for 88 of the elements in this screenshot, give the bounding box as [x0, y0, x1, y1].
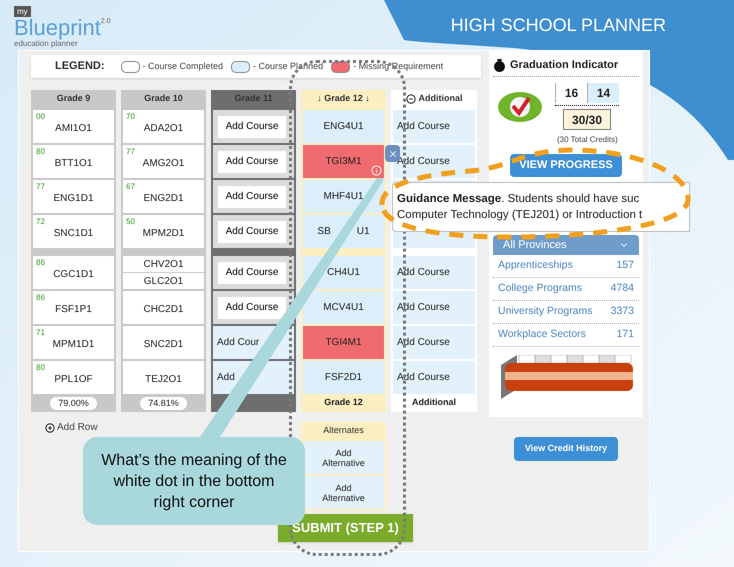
- course-code: MPM2D1: [142, 227, 184, 241]
- pathway-count: 3373: [610, 304, 634, 320]
- add-course-button[interactable]: Add Course: [218, 186, 286, 208]
- course-code: SNC2D1: [144, 338, 184, 352]
- average-pill: 74.81%: [140, 396, 187, 410]
- add-alternative-button[interactable]: Add Alternative: [303, 476, 384, 509]
- course-code: BTT1O1: [54, 157, 92, 171]
- column-header: Additional: [418, 92, 462, 106]
- course-slot[interactable]: Add Course: [393, 326, 475, 359]
- course-slot[interactable]: Add Course: [393, 110, 475, 143]
- add-course-button[interactable]: Add Course: [218, 296, 286, 318]
- course-cell: CHV2O1: [123, 256, 204, 272]
- course-code: ENG2D1: [143, 192, 184, 206]
- add-course-button[interactable]: Add Course: [218, 150, 286, 172]
- grade-mark: 77: [36, 181, 45, 193]
- column-header: Grade 10: [144, 92, 183, 106]
- pathway-name[interactable]: University Programs: [498, 304, 593, 320]
- add-course-button[interactable]: Add Course: [218, 220, 286, 242]
- grade-mark: 86: [36, 292, 45, 304]
- average-pill: 79.00%: [50, 396, 97, 410]
- course-code: AMG2O1: [142, 157, 184, 171]
- course-code: MPM1D1: [52, 338, 94, 352]
- pathway-link[interactable]: Workplace Sectors 171: [493, 324, 639, 347]
- info-icon[interactable]: [371, 165, 382, 176]
- add-course-button[interactable]: Add Course: [218, 116, 286, 138]
- close-icon: [388, 148, 398, 158]
- pathway-count: 4784: [610, 281, 634, 296]
- course-cell[interactable]: ENG4U1: [303, 110, 384, 143]
- course-code: SNC1D1: [54, 227, 94, 241]
- course-code: TEJ2O1: [145, 373, 182, 387]
- logo-badge: my: [14, 6, 31, 17]
- column-footer: Additional: [393, 394, 475, 412]
- add-alternative-button[interactable]: Add Alternative: [303, 441, 384, 474]
- pathway-link[interactable]: College Programs 4784: [493, 278, 639, 301]
- pathway-link[interactable]: Apprenticeships 157: [493, 255, 639, 278]
- grade-mark: 67: [126, 181, 135, 193]
- course-code: CGC1D1: [53, 268, 94, 282]
- card-title: Graduation Indicator: [510, 58, 618, 74]
- course-cell[interactable]: FSF2D1: [303, 361, 384, 394]
- legend-text: - Course Completed: [142, 60, 224, 73]
- credit-note: (30 Total Credits): [557, 134, 619, 146]
- guidance-message: Computer Technology (TEJ201) or Introduction t: [397, 208, 644, 223]
- course-code-fragment: SB: [317, 225, 331, 239]
- grade-mark: 72: [36, 216, 45, 228]
- column-header: Grade 9: [56, 92, 90, 106]
- logo-wordmark: Blueprint: [14, 17, 101, 39]
- grade-mark: 77: [126, 146, 135, 158]
- grade-mark: 70: [126, 111, 135, 123]
- pathway-name[interactable]: Workplace Sectors: [498, 327, 586, 343]
- column-header: ↓ Grade 12 ↓: [317, 92, 370, 106]
- credit-total: 30/30: [563, 109, 611, 130]
- logo-tagline: education planner: [14, 39, 78, 48]
- guidance-message: Guidance Message. Students should have suc: [397, 192, 640, 207]
- credit-count: 14: [587, 83, 619, 103]
- course-cell: GLC2O1: [123, 273, 204, 289]
- course-cell[interactable]: MCV4U1: [303, 291, 384, 324]
- add-row-button[interactable]: Add Row: [45, 420, 116, 435]
- legend-label: LEGEND:: [55, 59, 104, 74]
- alternates-header: Alternates: [322, 424, 365, 437]
- grade-mark: 00: [36, 111, 45, 123]
- course-code: ADA2O1: [144, 122, 184, 136]
- pathway-name[interactable]: Apprenticeships: [498, 258, 573, 274]
- pathway-name[interactable]: College Programs: [498, 281, 582, 297]
- course-cell[interactable]: TGI4M1: [303, 326, 384, 359]
- grade-mark: 80: [36, 362, 45, 374]
- course-code: AMI1O1: [55, 122, 92, 136]
- course-code: ENG1D1: [53, 192, 94, 206]
- pathway-link[interactable]: University Programs 3373: [493, 301, 639, 324]
- checkmark-badge-icon: [497, 90, 543, 122]
- plus-icon: [45, 422, 55, 432]
- grade-mark: 86: [36, 257, 45, 269]
- column-footer: Grade 12: [303, 394, 384, 412]
- callout-text: What’s the meaning of the white dot in the bottom right corner: [100, 450, 288, 512]
- column-header: Grade 11: [234, 92, 273, 106]
- course-code: PPL1OF: [54, 373, 93, 387]
- grade-mark: 50: [126, 216, 135, 228]
- course-code-fragment: U1: [356, 225, 370, 239]
- pathway-count: 157: [616, 258, 634, 274]
- add-course-button[interactable]: Add Course: [218, 262, 286, 284]
- grade-mark: 80: [36, 146, 45, 158]
- legend-text: - Missing Requirement: [353, 60, 444, 73]
- page-title: HIGH SCHOOL PLANNER: [450, 14, 666, 37]
- grade-mark: 71: [36, 327, 45, 339]
- course-code: FSF1P1: [55, 303, 92, 317]
- course-code: CHC2D1: [143, 303, 184, 317]
- minus-icon[interactable]: [406, 94, 416, 104]
- pathway-count: 171: [616, 327, 634, 342]
- timer-icon: [493, 59, 506, 72]
